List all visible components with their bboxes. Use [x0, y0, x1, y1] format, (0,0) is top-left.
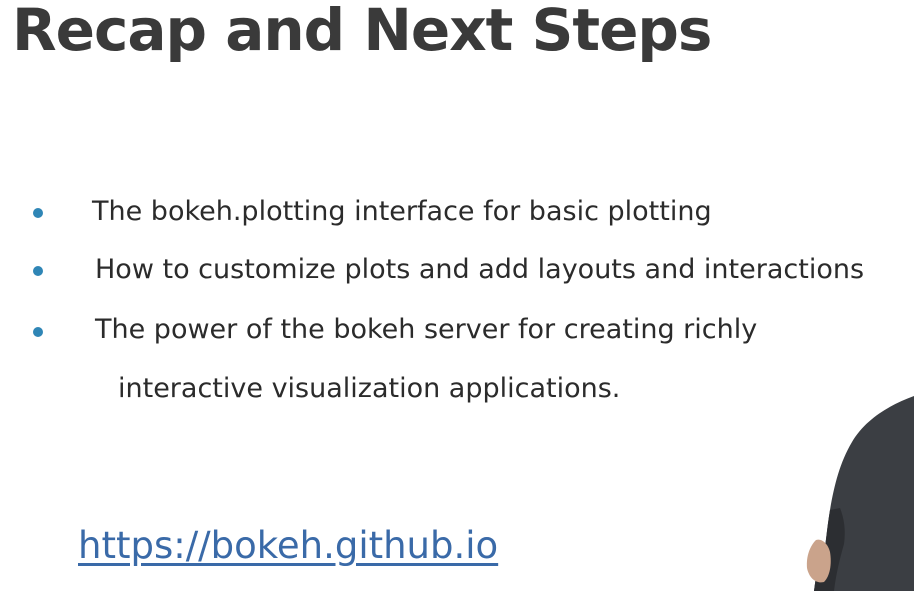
presenter-hand: [806, 539, 831, 583]
bullet-dot-icon: [33, 208, 43, 218]
bullet-continuation-text: interactive visualization applications.: [118, 373, 621, 404]
presenter-image: [806, 396, 914, 591]
slide: Recap and Next Steps The bokeh.plotting …: [0, 0, 914, 591]
bullet-text: The power of the bokeh server for creati…: [95, 314, 758, 345]
slide-title: Recap and Next Steps: [12, 0, 712, 64]
bullet-dot-icon: [33, 266, 43, 276]
bullet-text: The bokeh.plotting interface for basic p…: [92, 196, 712, 227]
bullet-dot-icon: [33, 327, 43, 337]
bullet-text: How to customize plots and add layouts a…: [95, 254, 865, 285]
bokeh-website-link[interactable]: https://bokeh.github.io: [78, 524, 498, 567]
